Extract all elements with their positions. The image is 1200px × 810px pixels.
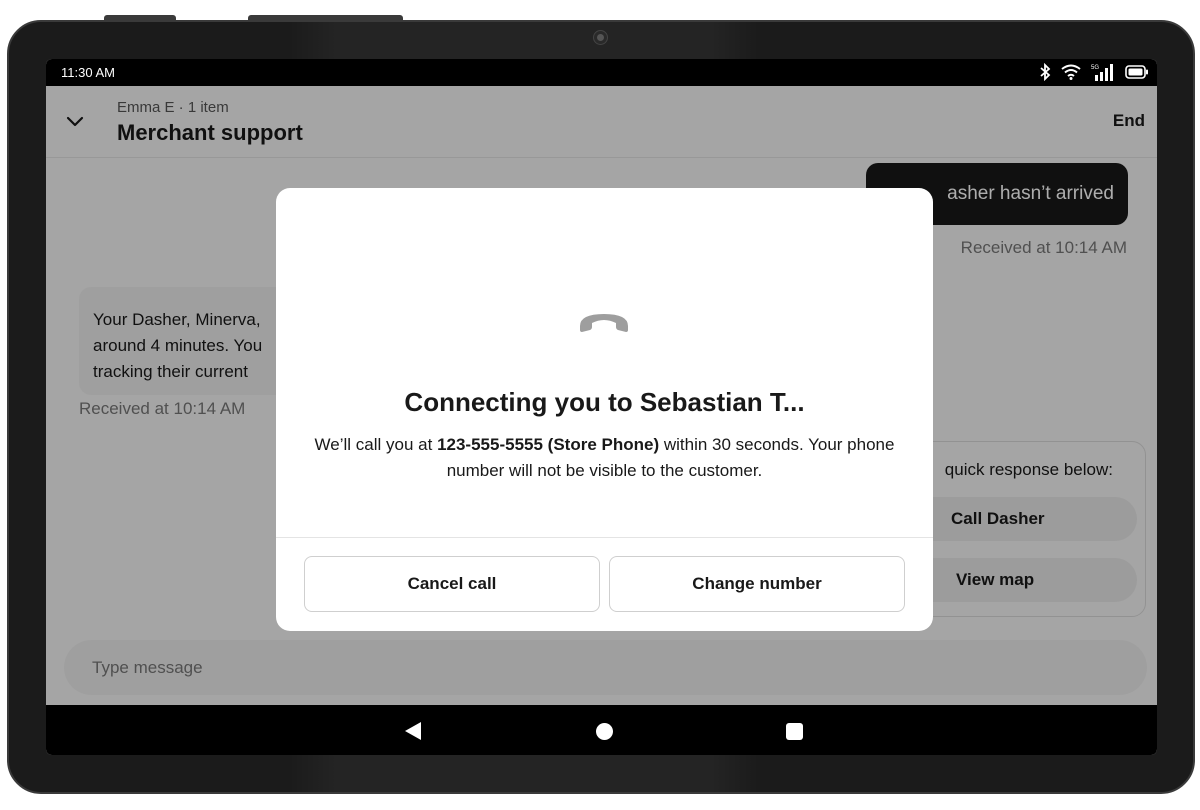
home-icon[interactable] [596, 723, 613, 740]
screen: 11:30 AM 5G Emma E · 1 item Merchant sup… [46, 59, 1157, 755]
phone-hangup-icon [580, 314, 628, 332]
bluetooth-icon [1040, 63, 1051, 81]
battery-icon [1125, 65, 1148, 79]
power-button [248, 15, 403, 21]
wifi-icon [1061, 64, 1081, 80]
signal-5g-icon: 5G [1091, 64, 1113, 81]
back-icon[interactable] [405, 722, 421, 740]
status-time: 11:30 AM [61, 65, 115, 80]
dialog-title: Connecting you to Sebastian T... [404, 387, 805, 417]
dialog-phone-number: 123-555-5555 (Store Phone) [437, 435, 660, 454]
call-dialog: Connecting you to Sebastian T... We’ll c… [276, 188, 933, 631]
status-bar: 11:30 AM 5G [46, 59, 1157, 86]
dialog-body-prefix: We’ll call you at [314, 435, 438, 454]
camera-icon [594, 31, 607, 44]
status-icons: 5G [1039, 63, 1149, 81]
dialog-body: We’ll call you at 123-555-5555 (Store Ph… [306, 432, 903, 484]
modal-overlay: Connecting you to Sebastian T... We’ll c… [46, 86, 1157, 705]
cancel-call-button[interactable]: Cancel call [304, 556, 600, 612]
dialog-divider [276, 537, 933, 538]
signal-label: 5G [1091, 65, 1099, 71]
change-number-button[interactable]: Change number [609, 556, 905, 612]
navigation-bar [46, 705, 1157, 755]
recents-icon[interactable] [786, 723, 803, 740]
volume-button [104, 15, 176, 21]
